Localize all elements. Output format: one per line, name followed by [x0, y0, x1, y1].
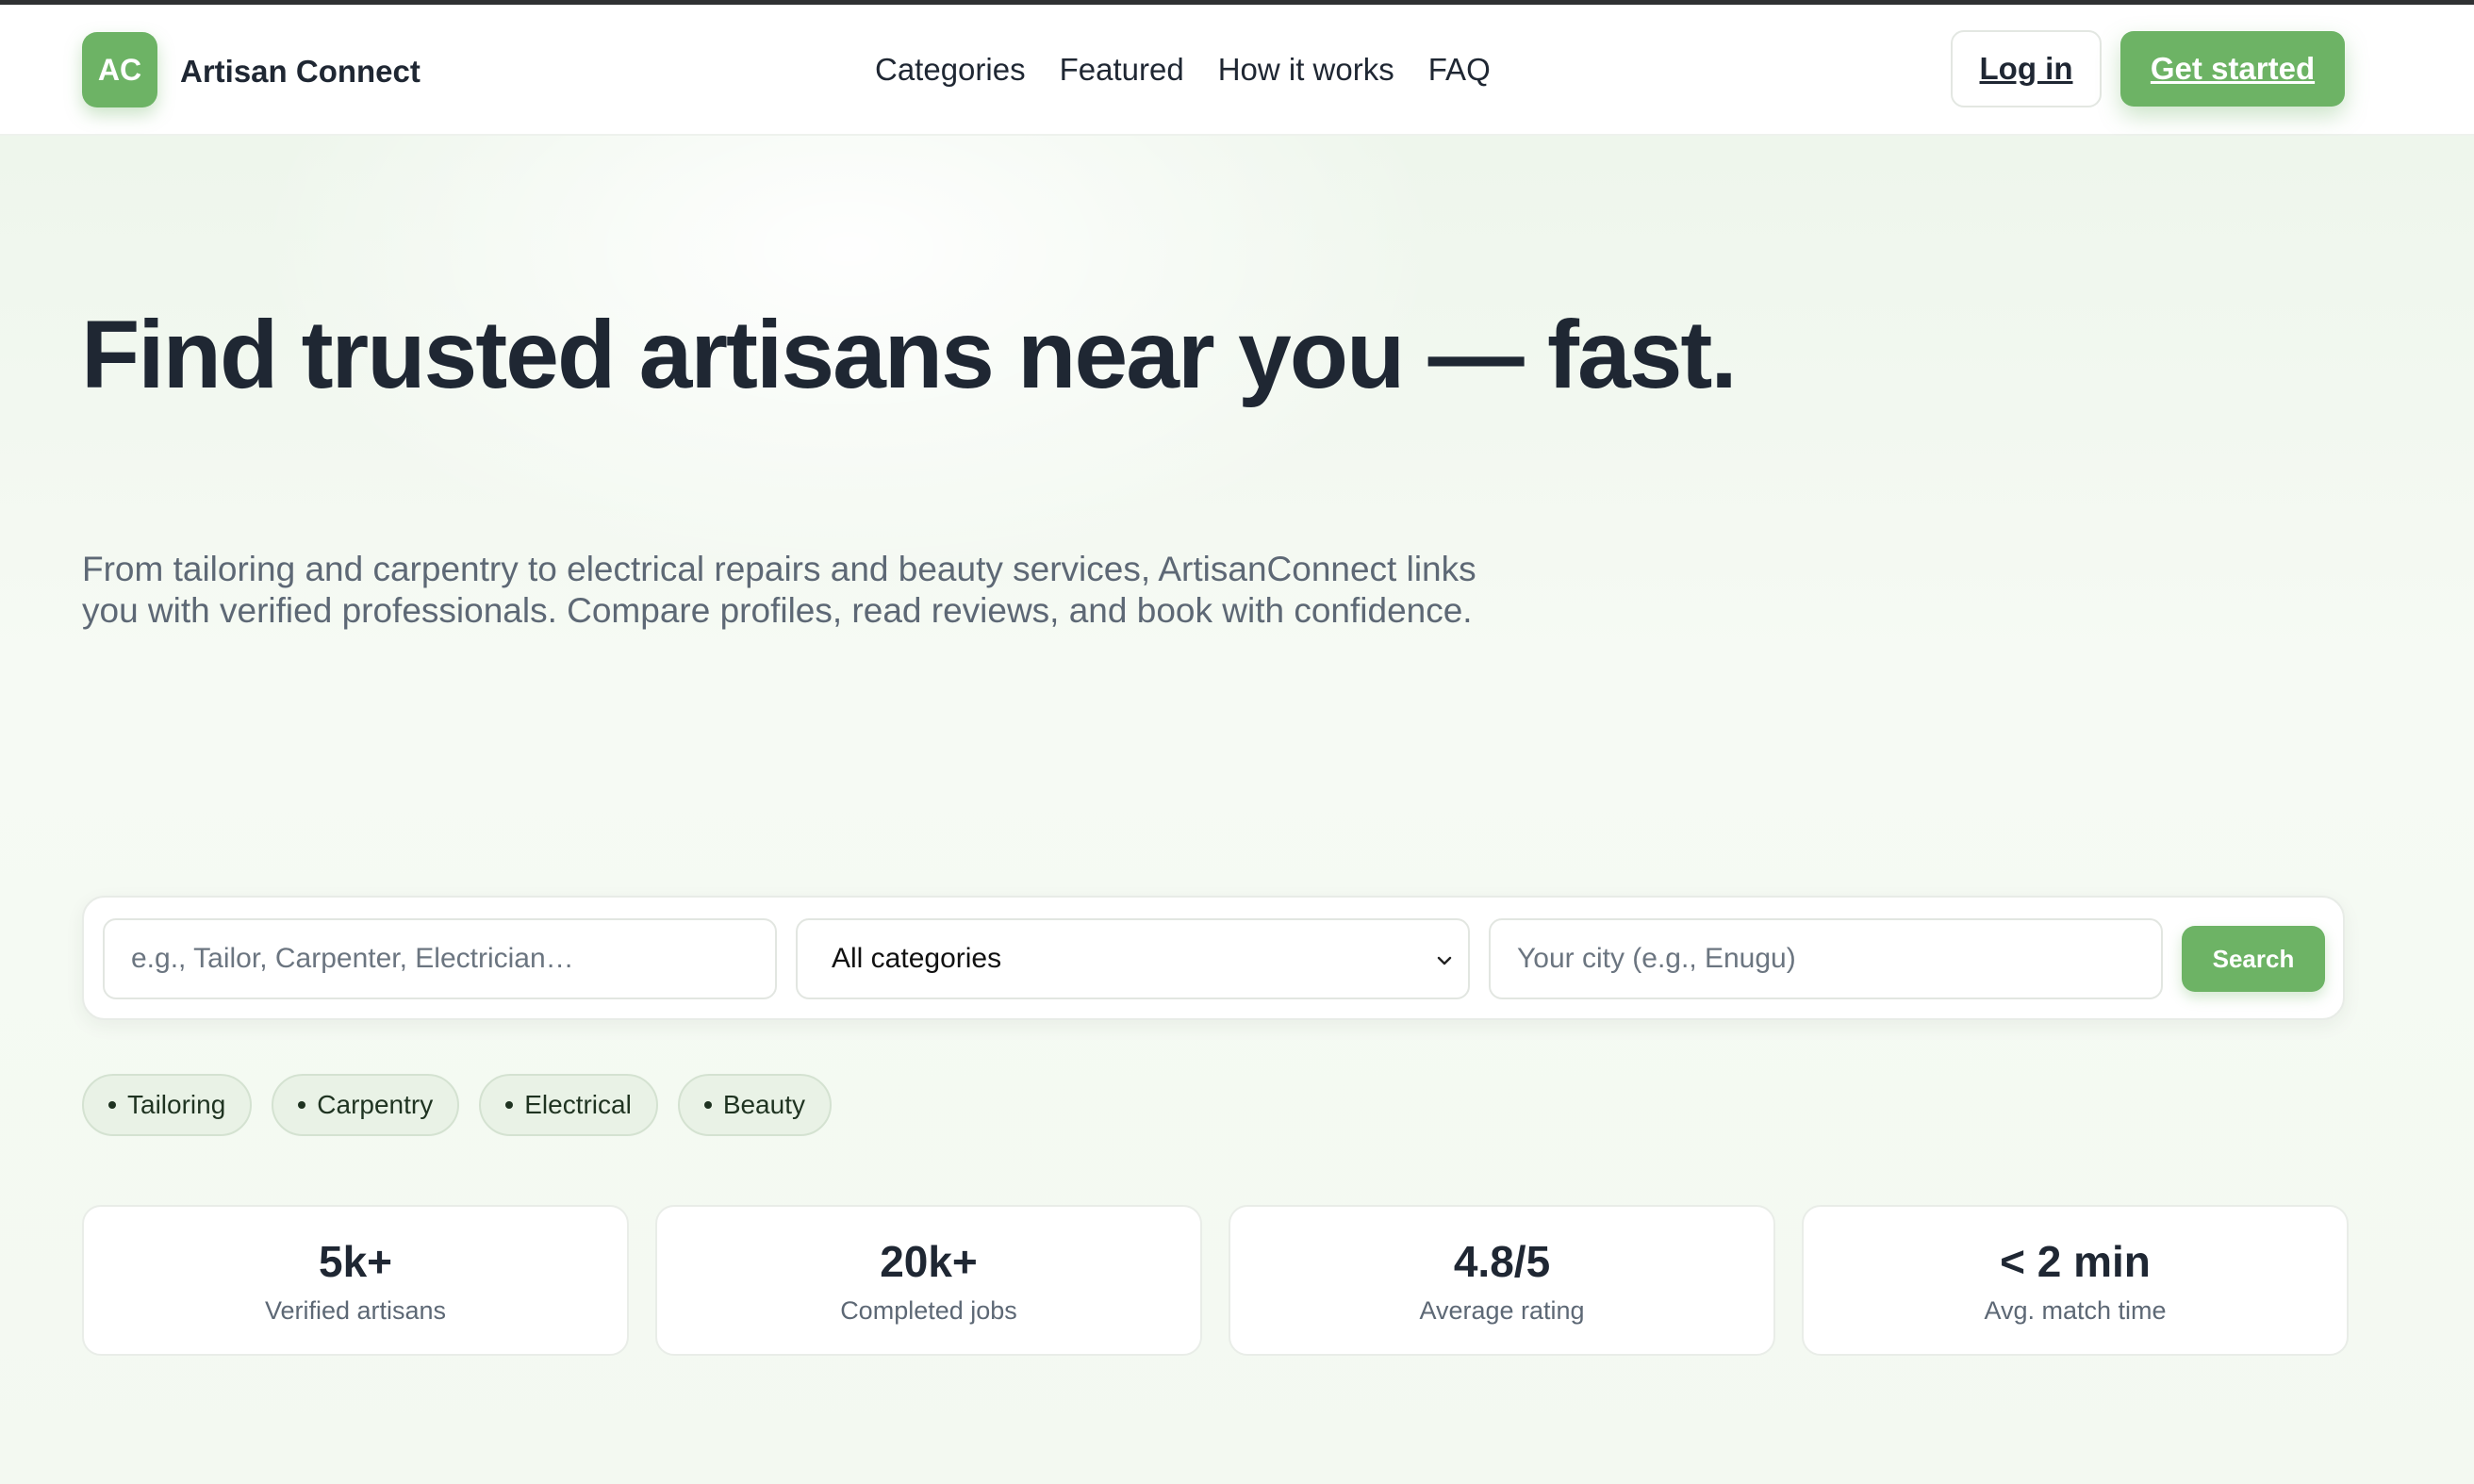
stat-value: 5k+ [318, 1236, 393, 1286]
stat-value: 4.8/5 [1453, 1236, 1551, 1286]
nav-link-how-it-works[interactable]: How it works [1218, 52, 1394, 88]
stat-card: 4.8/5 Average rating [1229, 1205, 1775, 1356]
site-header: AC Artisan Connect Categories Featured H… [0, 5, 2474, 136]
nav-link-categories[interactable]: Categories [875, 52, 1026, 88]
brand-name[interactable]: Artisan Connect [180, 54, 421, 90]
chip-carpentry[interactable]: Carpentry [272, 1074, 460, 1136]
chip-beauty[interactable]: Beauty [677, 1074, 832, 1136]
login-button[interactable]: Log in [1951, 30, 2102, 107]
chip-dot [108, 1101, 116, 1109]
get-started-button[interactable]: Get started [2120, 31, 2345, 107]
chip-dot [703, 1101, 712, 1109]
category-select-value: All categories [832, 943, 1002, 974]
search-button[interactable]: Search [2182, 926, 2325, 992]
nav-link-featured[interactable]: Featured [1060, 52, 1184, 88]
stat-card: < 2 min Avg. match time [1802, 1205, 2349, 1356]
hero-headline: Find trusted artisans near you — fast. [81, 301, 1738, 408]
chevron-down-icon [1437, 956, 1452, 965]
chip-label: Electrical [524, 1090, 632, 1119]
stat-label: Completed jobs [840, 1295, 1017, 1325]
chip-label: Beauty [722, 1090, 805, 1119]
stat-label: Verified artisans [264, 1295, 447, 1325]
category-chips: Tailoring Carpentry Electrical Beauty [82, 1074, 832, 1136]
search-bar: e.g., Tailor, Carpenter, Electrician… Al… [82, 896, 2345, 1020]
chip-label: Carpentry [317, 1090, 434, 1119]
chip-label: Tailoring [127, 1090, 226, 1119]
search-query-input[interactable]: e.g., Tailor, Carpenter, Electrician… [103, 918, 777, 999]
city-input[interactable]: Your city (e.g., Enugu) [1489, 918, 2163, 999]
stats-row: 5k+ Verified artisans 20k+ Completed job… [82, 1205, 2349, 1356]
stat-value: 20k+ [880, 1236, 978, 1286]
chip-electrical[interactable]: Electrical [479, 1074, 658, 1136]
stat-value: < 2 min [2000, 1236, 2151, 1286]
logo-badge[interactable]: AC [82, 32, 157, 107]
nav-link-faq[interactable]: FAQ [1428, 52, 1491, 88]
stat-card: 20k+ Completed jobs [655, 1205, 1202, 1356]
chip-tailoring[interactable]: Tailoring [82, 1074, 253, 1136]
chip-dot [298, 1101, 306, 1109]
category-select[interactable]: All categories [796, 918, 1470, 999]
main-nav: Categories Featured How it works FAQ [875, 52, 1491, 88]
stat-label: Avg. match time [1984, 1295, 2167, 1325]
stat-card: 5k+ Verified artisans [82, 1205, 629, 1356]
stat-label: Average rating [1419, 1295, 1585, 1325]
hero-subtext: From tailoring and carpentry to electric… [82, 550, 1476, 630]
chip-dot [505, 1101, 514, 1109]
